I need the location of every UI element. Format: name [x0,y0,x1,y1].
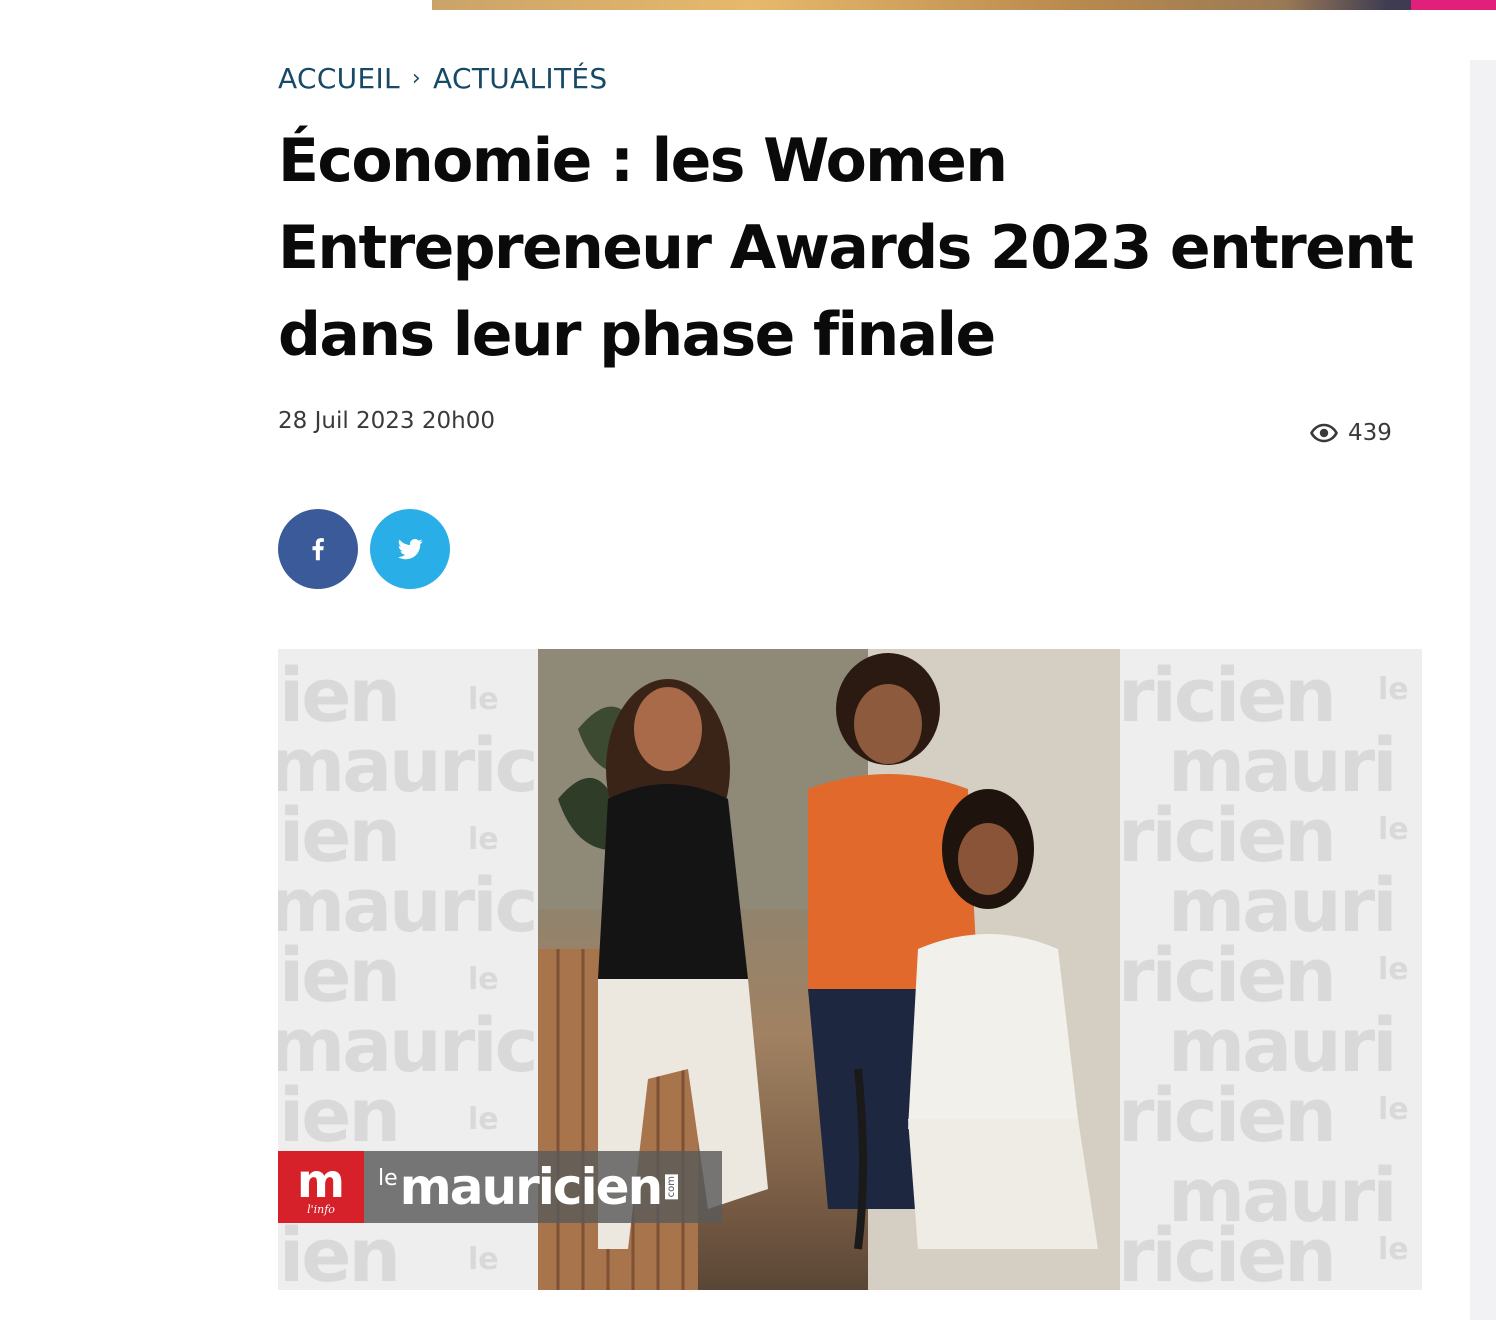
eye-icon [1310,423,1338,443]
breadcrumb: ACCUEIL › ACTUALITÉS [278,58,607,98]
logo-prefix: le [378,1165,398,1191]
logo-suffix: com [665,1174,679,1200]
facebook-share-button[interactable] [278,509,358,589]
svg-text:le: le [468,822,499,857]
svg-text:cien: cien [278,1073,398,1159]
svg-text:ricien: ricien [1118,1213,1334,1290]
breadcrumb-section-link[interactable]: ACTUALITÉS [433,62,607,95]
top-banner-ad[interactable] [432,0,1496,10]
svg-text:le: le [1378,1232,1409,1267]
logo-name: mauricien [399,1158,664,1216]
right-sidebar [1470,60,1496,1320]
svg-text:le: le [468,682,499,717]
view-count: 439 [1310,420,1392,446]
facebook-icon [312,538,324,561]
lemauricien-logo-badge: m l'info [278,1151,364,1223]
article-date: 28 Juil 2023 20h00 [278,408,495,434]
svg-text:le: le [1378,812,1409,847]
article-image: cien mauric cien mauric cien mauric cien… [278,649,1422,1290]
breadcrumb-home-link[interactable]: ACCUEIL [278,62,400,95]
twitter-icon [397,539,423,560]
breadcrumb-separator: › [411,65,422,91]
svg-text:ricien: ricien [1118,1073,1334,1159]
svg-text:le: le [468,962,499,997]
svg-text:le: le [1378,672,1409,707]
svg-text:le: le [468,1102,499,1137]
lemauricien-logo-wordmark: le mauricien com [364,1151,722,1223]
view-count-value: 439 [1348,420,1392,446]
logo-tagline: l'info [307,1202,335,1216]
svg-text:le: le [1378,952,1409,987]
svg-text:cien: cien [278,1213,398,1290]
logo-letter: m [297,1153,345,1208]
svg-text:le: le [1378,1092,1409,1127]
svg-text:le: le [468,1242,499,1277]
twitter-share-button[interactable] [370,509,450,589]
article-title: Économie : les Women Entrepreneur Awards… [278,126,1414,370]
